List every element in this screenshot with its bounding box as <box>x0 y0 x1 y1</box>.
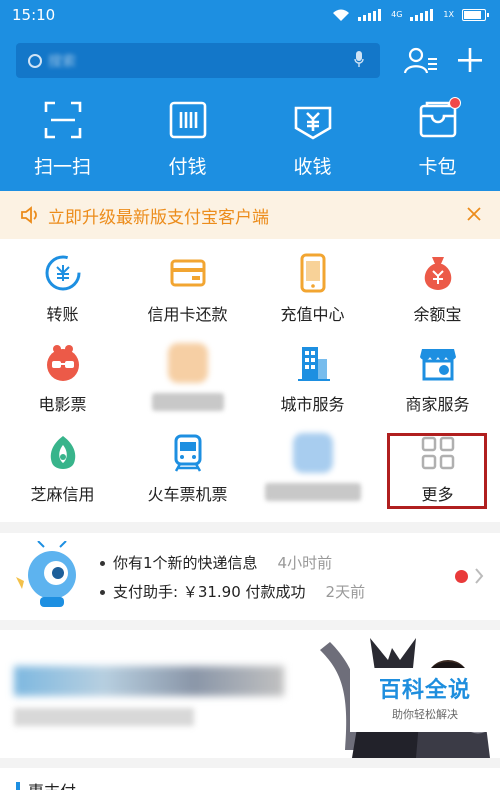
quick-actions: 扫一扫 付钱 收钱 卡包 <box>0 97 500 179</box>
blurred-promo-subtitle <box>14 708 194 726</box>
grid-item-transfer[interactable]: 转账 <box>0 253 125 343</box>
grid-item-label: 商家服务 <box>405 395 470 414</box>
grid-item-label: 城市服务 <box>280 395 345 414</box>
blurred-promo-title <box>14 666 284 696</box>
header: 15:10 4G 1X 搜索 扫一扫 付钱 收钱 卡包 <box>0 0 500 191</box>
train-ticket-icon <box>174 434 201 472</box>
message-text: 支付助手: ￥31.90 付款成功 <box>113 583 306 601</box>
section-accent <box>16 782 20 790</box>
city-service-icon <box>297 347 330 381</box>
message-item[interactable]: 支付助手: ￥31.90 付款成功 2天前 <box>100 581 365 602</box>
quick-action-label: 扫一扫 <box>33 156 91 178</box>
message-item[interactable]: 你有1个新的快递信息 4小时前 <box>100 552 332 573</box>
scan-icon <box>44 101 81 139</box>
add-plus-icon[interactable] <box>454 43 486 78</box>
phone-recharge-icon <box>300 253 325 293</box>
grid-item-label: 转账 <box>46 305 79 324</box>
grid-item-blurred[interactable] <box>125 343 250 433</box>
grid-item-label: 充值中心 <box>280 305 345 324</box>
contacts-icon[interactable] <box>401 43 441 78</box>
grid-item-merchant-service[interactable]: 商家服务 <box>375 343 500 433</box>
quick-action-receive[interactable]: 收钱 <box>250 100 375 179</box>
money-bag-icon <box>424 257 451 290</box>
battery-icon <box>462 9 489 21</box>
grid-item-label: 火车票机票 <box>147 485 228 504</box>
quick-action-label: 卡包 <box>418 156 457 178</box>
watermark: 百科全说 助你轻松解决 <box>350 668 500 732</box>
blurred-icon <box>292 433 333 473</box>
grid-item-city-service[interactable]: 城市服务 <box>250 343 375 433</box>
grid-item-sesame-credit[interactable]: 芝麻信用 <box>0 433 125 523</box>
network-label: 4G <box>391 10 403 19</box>
grid-item-label: 电影票 <box>38 395 87 414</box>
watermark-title: 百科全说 <box>378 678 471 703</box>
blurred-label <box>151 393 224 411</box>
chevron-right-icon[interactable] <box>474 567 484 585</box>
grid-item-train-ticket[interactable]: 火车票机票 <box>125 433 250 523</box>
search-placeholder: 搜索 <box>48 53 76 70</box>
message-time: 4小时前 <box>277 554 333 572</box>
pay-barcode-icon <box>169 101 206 139</box>
upgrade-banner[interactable]: 立即升级最新版支付宝客户端 <box>0 191 500 239</box>
bullet-icon <box>100 561 105 566</box>
quick-action-label: 付钱 <box>168 156 207 178</box>
grid-item-label: 余额宝 <box>413 305 462 324</box>
quick-action-cards[interactable]: 卡包 <box>375 97 500 179</box>
transfer-icon <box>45 255 80 291</box>
signal-icon-2 <box>410 9 434 21</box>
blurred-icon <box>167 343 208 383</box>
message-time: 2天前 <box>325 583 366 601</box>
quick-action-pay[interactable]: 付钱 <box>125 100 250 179</box>
highlight-frame <box>387 433 487 509</box>
grid-item-label: 芝麻信用 <box>30 485 95 504</box>
message-text: 你有1个新的快递信息 <box>113 554 258 572</box>
grid-item-blurred-2[interactable] <box>250 433 375 523</box>
grid-item-movie[interactable]: 电影票 <box>0 343 125 433</box>
microphone-icon[interactable] <box>354 51 364 68</box>
watermark-subtitle: 助你轻松解决 <box>392 708 458 721</box>
unread-dot <box>455 570 468 583</box>
quick-action-label: 收钱 <box>293 156 332 178</box>
section-title: 惠支付 <box>28 778 76 790</box>
notification-badge <box>449 97 461 109</box>
quick-action-scan[interactable]: 扫一扫 <box>0 100 125 179</box>
search-input[interactable]: 搜索 <box>16 43 380 78</box>
receive-money-icon <box>294 106 331 140</box>
movie-ticket-icon <box>46 345 79 381</box>
grid-item-yuebao[interactable]: 余额宝 <box>375 253 500 343</box>
message-panel[interactable]: 你有1个新的快递信息 4小时前 支付助手: ￥31.90 付款成功 2天前 <box>0 533 500 620</box>
banner-text: 立即升级最新版支付宝客户端 <box>48 207 269 228</box>
search-icon <box>28 53 42 68</box>
grid-item-credit-card[interactable]: 信用卡还款 <box>125 253 250 343</box>
signal-icon <box>358 9 382 21</box>
status-bar: 15:10 4G 1X <box>0 0 500 30</box>
bullet-icon <box>100 590 105 595</box>
credit-card-icon <box>170 259 205 287</box>
speaker-icon <box>21 206 37 224</box>
sesame-credit-icon <box>50 436 75 469</box>
close-icon[interactable] <box>464 204 484 224</box>
wifi-icon <box>333 9 350 21</box>
merchant-service-icon <box>419 349 456 381</box>
blurred-label <box>264 483 361 501</box>
grid-item-label: 信用卡还款 <box>147 305 228 324</box>
network-sub-label: 1X <box>443 10 454 19</box>
ant-mascot-icon <box>16 541 76 607</box>
grid-item-recharge[interactable]: 充值中心 <box>250 253 375 343</box>
promo-banner[interactable]: 百科全说 助你轻松解决 <box>0 630 500 758</box>
status-time: 15:10 <box>12 6 56 24</box>
section-header: 惠支付 <box>0 768 500 790</box>
